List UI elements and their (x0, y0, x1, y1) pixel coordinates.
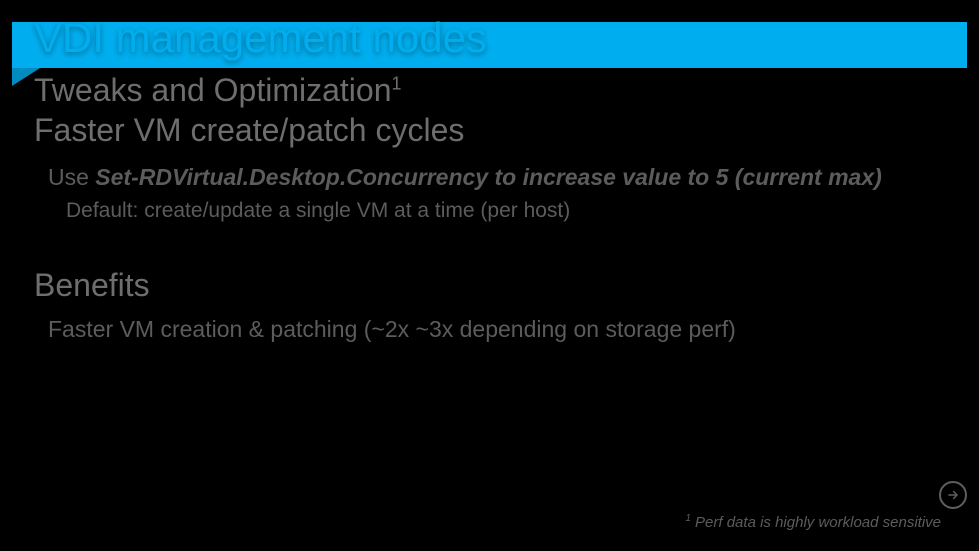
slide-subtitle-faster: Faster VM create/patch cycles (34, 112, 464, 149)
benefits-heading: Benefits (34, 267, 150, 304)
body-line-default: Default: create/update a single VM at a … (66, 199, 570, 223)
subtitle-text: Tweaks and Optimization (34, 72, 392, 108)
body-line-command: Use Set-RDVirtual.Desktop.Concurrency to… (48, 164, 882, 191)
body-line-lead: Use (48, 164, 95, 190)
subtitle-sup: 1 (392, 73, 402, 93)
body-line-cmd: Set-RDVirtual.Desktop.Concurrency to inc… (95, 164, 881, 190)
slide: VDI management nodes Tweaks and Optimiza… (0, 0, 979, 551)
footnote: 1 Perf data is highly workload sensitive (685, 513, 941, 531)
slide-title: VDI management nodes (34, 14, 487, 62)
slide-subtitle-tweaks: Tweaks and Optimization1 (34, 72, 402, 109)
arrow-right-icon (946, 488, 960, 502)
footnote-text: Perf data is highly workload sensitive (691, 514, 941, 531)
next-slide-button[interactable] (939, 481, 967, 509)
benefits-line: Faster VM creation & patching (~2x ~3x d… (48, 316, 736, 343)
